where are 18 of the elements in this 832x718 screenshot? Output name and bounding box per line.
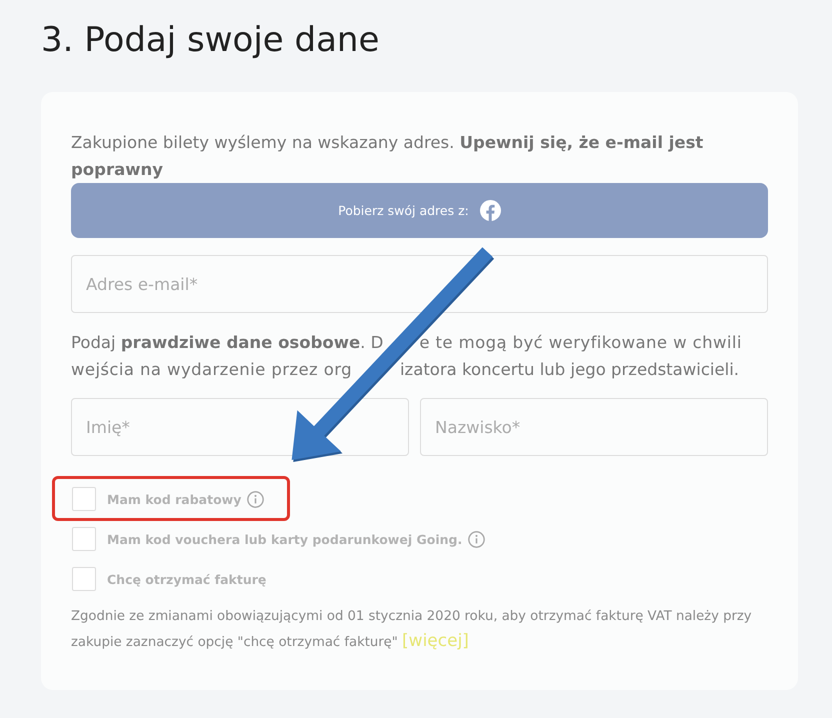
first-name-field[interactable]: Imię* xyxy=(71,398,409,456)
intro-text: Zakupione bilety wyślemy na wskazany adres. Upewnij się, że e-mail jest poprawny xyxy=(71,132,704,181)
more-link[interactable]: [więcej] xyxy=(402,631,469,651)
checkbox[interactable] xyxy=(72,527,96,551)
checkbox-label[interactable]: Mam kod rabatowy xyxy=(107,492,242,506)
info-icon[interactable] xyxy=(468,530,486,548)
checkbox[interactable] xyxy=(72,567,96,591)
facebook-icon xyxy=(480,200,501,221)
section-heading: 3. Podaj swoje dane xyxy=(40,19,380,60)
facebook-import-button[interactable]: Pobierz swój adres z: xyxy=(71,183,768,238)
checkbox[interactable] xyxy=(72,487,96,511)
last-name-field[interactable]: Nazwisko* xyxy=(420,398,768,456)
invoice-note: Zgodnie ze zmianami obowiązującymi od 01 stycznia 2020 roku, aby otrzymać fakturę VAT należy przy zakupie zaznaczyć opcję "chcę otrzymać fakturę" [więcej] xyxy=(71,608,753,653)
personal-data-note: Podaj prawdziwe dane osobowe. D e te mogą być weryfikowane w chwili wejścia na wydarzenie przez org izatora koncertu lub jego przedstawicieli. xyxy=(71,332,743,381)
checkbox-label[interactable]: Mam kod vouchera lub karty podarunkowej Going. xyxy=(107,532,462,546)
info-icon[interactable] xyxy=(247,490,264,508)
checkbox-label[interactable]: Chcę otrzymać fakturę xyxy=(107,572,266,586)
email-field[interactable]: Adres e-mail* xyxy=(71,255,768,313)
